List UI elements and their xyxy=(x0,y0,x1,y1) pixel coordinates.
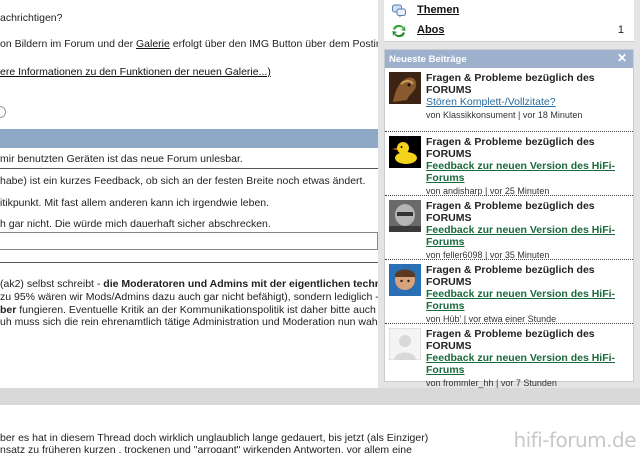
forum-title: Fragen & Probleme bezüglich des FORUMS xyxy=(426,136,595,160)
latest-post-item[interactable]: Fragen & Probleme bezüglich des FORUMS F… xyxy=(385,196,633,260)
post-meta: von andisharp | vor 25 Minuten xyxy=(426,186,550,196)
forum-title: Fragen & Probleme bezüglich des FORUMS xyxy=(426,264,595,288)
thread-link[interactable]: Feedback zur neuen Version des HiFi-Foru… xyxy=(426,352,626,376)
post-text-line: (ak2) selbst schreibt - die Moderatoren … xyxy=(0,278,378,290)
latest-post-item[interactable]: Fragen & Probleme bezüglich des FORUMS F… xyxy=(385,132,633,196)
watermark: hifi-forum.de xyxy=(513,428,636,452)
subscription-count: 1 xyxy=(617,24,624,36)
rubber-duck-avatar xyxy=(389,136,421,168)
pony-avatar xyxy=(389,72,421,104)
divider xyxy=(0,262,378,263)
panel-header: Neueste Beiträge ✕ xyxy=(385,50,633,68)
latest-posts-panel: Neueste Beiträge ✕ Fragen & Probleme bez… xyxy=(384,49,634,388)
close-icon[interactable]: ✕ xyxy=(616,52,628,64)
post-text-line: zu 95% wären wir Mods/Admins dazu auch g… xyxy=(0,291,378,303)
sidebar-item-label: Abos xyxy=(417,24,445,36)
sidebar-item-abos[interactable]: Abos 1 xyxy=(384,20,634,42)
gallery-link[interactable]: Galerie xyxy=(136,38,170,50)
text-fragment: erfolgt über den IMG Button über dem Pos… xyxy=(169,38,378,50)
thread-link[interactable]: Stören Komplett-/Vollzitate? xyxy=(426,96,626,108)
default-avatar xyxy=(388,327,422,361)
post-text-line: nsatz zu früheren kurzen , trockenen und… xyxy=(0,444,412,453)
blue-face-avatar xyxy=(389,264,421,296)
sidebar-item-themen[interactable]: Themen xyxy=(384,0,634,22)
post-content-area: achrichtigen? on Bildern im Forum und de… xyxy=(0,0,378,453)
post-text-line: ere Informationen zu den Funktionen der … xyxy=(0,66,271,78)
latest-post-item[interactable]: Fragen & Probleme bezüglich des FORUMS S… xyxy=(385,68,633,132)
post-text-line: ber es hat in diesem Thread doch wirklic… xyxy=(0,432,429,444)
post-text-line: itikpunkt. Mit fast allem anderen kann i… xyxy=(0,197,270,209)
post-text-line: mir benutzten Geräten ist das neue Forum… xyxy=(0,153,243,165)
post-text: Fragen & Probleme bezüglich des FORUMS F… xyxy=(426,264,626,324)
forum-title: Fragen & Probleme bezüglich des FORUMS xyxy=(426,328,595,352)
post-text-line: uh muss sich die rein ehrenamtlich tätig… xyxy=(0,316,378,328)
post-text-line: habe) ist ein kurzes Feedback, ob sich a… xyxy=(0,175,366,187)
text-fragment: (ak2) selbst schreibt - xyxy=(0,278,104,290)
thread-link[interactable]: Feedback zur neuen Version des HiFi-Foru… xyxy=(426,224,626,248)
thread-link[interactable]: Feedback zur neuen Version des HiFi-Foru… xyxy=(426,288,626,312)
grey-face-avatar xyxy=(389,200,421,232)
text-fragment: fungieren. Eventuelle Kritik an der Komm… xyxy=(16,304,378,316)
post-text-line: ber fungieren. Eventuelle Kritik an der … xyxy=(0,304,378,316)
bold-text: ber xyxy=(0,304,17,316)
post-text: Fragen & Probleme bezüglich des FORUMS F… xyxy=(426,200,626,260)
forum-title: Fragen & Probleme bezüglich des FORUMS xyxy=(426,200,595,224)
post-separator xyxy=(0,388,640,405)
post-text-line: achrichtigen? xyxy=(0,12,63,24)
speech-bubbles-icon xyxy=(392,4,406,18)
post-text-line: h gar nicht. Die würde mich dauerhaft si… xyxy=(0,218,271,230)
radio-button[interactable] xyxy=(0,106,6,118)
green-arrows-icon xyxy=(392,24,406,38)
panel-title: Neueste Beiträge xyxy=(389,54,467,65)
post-text: Fragen & Probleme bezüglich des FORUMS F… xyxy=(426,136,626,196)
post-text: Fragen & Probleme bezüglich des FORUMS S… xyxy=(426,72,626,120)
thread-link[interactable]: Feedback zur neuen Version des HiFi-Foru… xyxy=(426,160,626,184)
post-meta: von Klassikkonsument | vor 18 Minuten xyxy=(426,110,583,120)
forum-title: Fragen & Probleme bezüglich des FORUMS xyxy=(426,72,595,96)
quote-box xyxy=(0,232,378,250)
bold-text: die Moderatoren und Admins mit der eigen… xyxy=(103,278,378,290)
sidebar: Themen Abos 1 Neueste Beiträge ✕ Fragen … xyxy=(378,0,640,388)
sidebar-item-label: Themen xyxy=(417,4,460,16)
post-meta: von Hüb' | vor etwa einer Stunde xyxy=(426,314,557,324)
latest-post-item[interactable]: Fragen & Probleme bezüglich des FORUMS F… xyxy=(385,260,633,324)
post-header-bar xyxy=(0,129,378,148)
post-meta: von feller6098 | vor 35 Minuten xyxy=(426,250,550,260)
gallery-info-link[interactable]: ere Informationen zu den Funktionen der … xyxy=(0,66,271,78)
post-text-line: on Bildern im Forum und der Galerie erfo… xyxy=(0,38,378,50)
post-meta: von frommler_hh | vor 7 Stunden xyxy=(426,378,557,388)
divider xyxy=(0,168,378,169)
latest-post-item[interactable]: Fragen & Probleme bezüglich des FORUMS F… xyxy=(385,324,633,388)
text-fragment: on Bildern im Forum und der xyxy=(0,38,136,50)
post-text: Fragen & Probleme bezüglich des FORUMS F… xyxy=(426,328,626,388)
